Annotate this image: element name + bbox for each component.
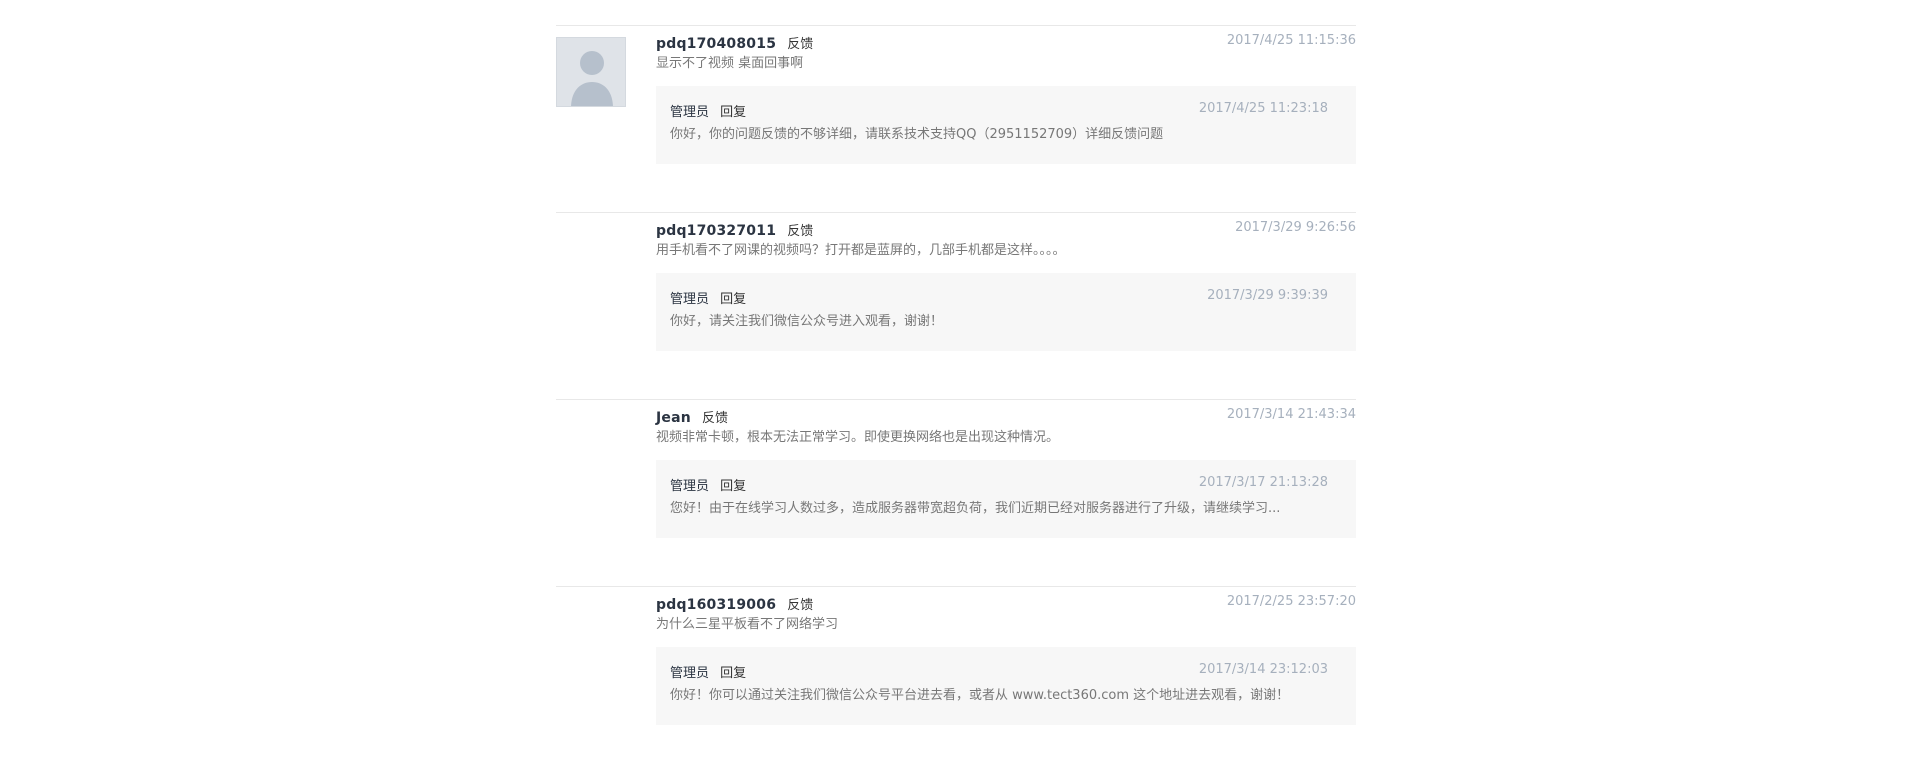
reply-time: 2017/3/17 21:13:28 bbox=[1198, 475, 1328, 490]
reply-message: 你好！你可以通过关注我们微信公众号平台进去看，或者从 www.tect360.c… bbox=[670, 688, 1290, 703]
reply-message: 您好！由于在线学习人数过多，造成服务器带宽超负荷，我们近期已经对服务器进行了升级… bbox=[670, 501, 1281, 516]
feedback-label: 反馈 bbox=[787, 598, 814, 613]
feedback-header: pdq170408015 反馈 2017/4/25 11:15:36 bbox=[656, 33, 1356, 53]
reply-header: 管理员 回复 2017/3/14 23:12:03 bbox=[670, 647, 1342, 682]
admin-reply: 管理员 回复 2017/3/29 9:39:39 你好，请关注我们微信公众号进入… bbox=[656, 273, 1356, 351]
reply-time: 2017/3/29 9:39:39 bbox=[1207, 288, 1328, 303]
reply-label: 回复 bbox=[720, 292, 747, 307]
reply-time: 2017/4/25 11:23:18 bbox=[1198, 101, 1328, 116]
feedback-entry: pdq170327011 反馈 2017/3/29 9:26:56 用手机看不了… bbox=[556, 212, 1356, 399]
admin-reply: 管理员 回复 2017/4/25 11:23:18 你好，你的问题反馈的不够详细… bbox=[656, 86, 1356, 164]
reply-header: 管理员 回复 2017/3/17 21:13:28 bbox=[670, 460, 1342, 495]
admin-reply: 管理员 回复 2017/3/17 21:13:28 您好！由于在线学习人数过多，… bbox=[656, 460, 1356, 538]
reply-author: 管理员 bbox=[670, 105, 710, 120]
feedback-header: pdq160319006 反馈 2017/2/25 23:57:20 bbox=[656, 594, 1356, 614]
feedback-message: 用手机看不了网课的视频吗？打开都是蓝屏的，几部手机都是这样。。。。 bbox=[656, 243, 1066, 258]
feedback-content: pdq160319006 反馈 2017/2/25 23:57:20 为什么三星… bbox=[656, 587, 1356, 725]
username[interactable]: pdq170408015 bbox=[656, 36, 776, 52]
feedback-header: Jean 反馈 2017/3/14 21:43:34 bbox=[656, 407, 1356, 427]
feedback-list: pdq170408015 反馈 2017/4/25 11:15:36 显示不了视… bbox=[556, 25, 1356, 773]
username[interactable]: pdq170327011 bbox=[656, 223, 776, 239]
reply-author: 管理员 bbox=[670, 292, 710, 307]
username[interactable]: pdq160319006 bbox=[656, 597, 776, 613]
feedback-content: Jean 反馈 2017/3/14 21:43:34 视频非常卡顿，根本无法正常… bbox=[656, 400, 1356, 538]
feedback-time: 2017/3/29 9:26:56 bbox=[1235, 220, 1356, 235]
default-user-icon bbox=[557, 38, 625, 106]
feedback-header: pdq170327011 反馈 2017/3/29 9:26:56 bbox=[656, 220, 1356, 240]
feedback-message: 视频非常卡顿，根本无法正常学习。即使更换网络也是出现这种情况。 bbox=[656, 430, 1060, 445]
feedback-time: 2017/3/14 21:43:34 bbox=[1226, 407, 1356, 422]
reply-header: 管理员 回复 2017/4/25 11:23:18 bbox=[670, 86, 1342, 121]
feedback-message: 为什么三星平板看不了网络学习 bbox=[656, 617, 839, 632]
feedback-message: 显示不了视频 桌面回事啊 bbox=[656, 56, 804, 71]
reply-label: 回复 bbox=[720, 105, 747, 120]
feedback-entry: pdq160319006 反馈 2017/2/25 23:57:20 为什么三星… bbox=[556, 586, 1356, 773]
reply-message: 你好，请关注我们微信公众号进入观看，谢谢！ bbox=[670, 314, 944, 329]
feedback-label: 反馈 bbox=[702, 411, 729, 426]
reply-author: 管理员 bbox=[670, 479, 710, 494]
feedback-time: 2017/2/25 23:57:20 bbox=[1226, 594, 1356, 609]
reply-time: 2017/3/14 23:12:03 bbox=[1198, 662, 1328, 677]
reply-header: 管理员 回复 2017/3/29 9:39:39 bbox=[670, 273, 1342, 308]
feedback-content: pdq170327011 反馈 2017/3/29 9:26:56 用手机看不了… bbox=[656, 213, 1356, 351]
feedback-label: 反馈 bbox=[787, 37, 814, 52]
feedback-time: 2017/4/25 11:15:36 bbox=[1226, 33, 1356, 48]
user-avatar bbox=[556, 37, 626, 107]
reply-label: 回复 bbox=[720, 479, 747, 494]
reply-label: 回复 bbox=[720, 666, 747, 681]
admin-reply: 管理员 回复 2017/3/14 23:12:03 你好！你可以通过关注我们微信… bbox=[656, 647, 1356, 725]
username[interactable]: Jean bbox=[656, 410, 691, 426]
reply-author: 管理员 bbox=[670, 666, 710, 681]
feedback-entry: Jean 反馈 2017/3/14 21:43:34 视频非常卡顿，根本无法正常… bbox=[556, 399, 1356, 586]
feedback-label: 反馈 bbox=[787, 224, 814, 239]
feedback-entry: pdq170408015 反馈 2017/4/25 11:15:36 显示不了视… bbox=[556, 25, 1356, 212]
feedback-content: pdq170408015 反馈 2017/4/25 11:15:36 显示不了视… bbox=[656, 26, 1356, 164]
reply-message: 你好，你的问题反馈的不够详细，请联系技术支持QQ（2951152709）详细反馈… bbox=[670, 127, 1164, 142]
